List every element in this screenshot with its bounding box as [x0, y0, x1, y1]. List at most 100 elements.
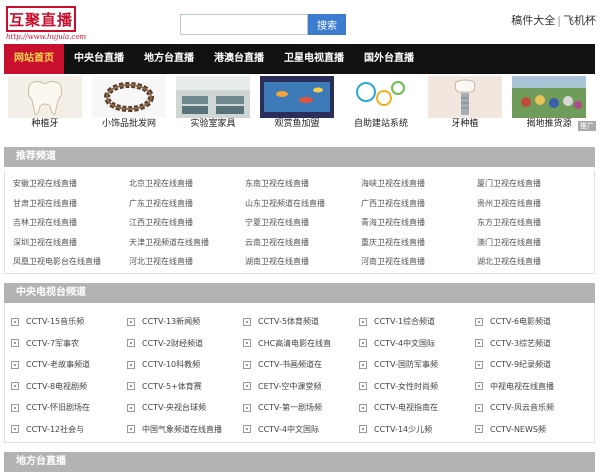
cctv-channel-item[interactable]: CCTV-2财经频道 — [127, 333, 243, 355]
cctv-channel-item[interactable]: CCTV-3综艺频道 — [475, 333, 591, 355]
channel-link[interactable]: 澳门卫视在线直播 — [477, 237, 593, 257]
cctv-channel-item[interactable]: CCTV-4中文国际 — [243, 419, 359, 441]
banner-item[interactable]: 小饰品批发网 — [92, 76, 166, 132]
channel-link[interactable]: 江西卫视在线直播 — [129, 217, 245, 237]
banner-item[interactable]: 实验室家具 — [176, 76, 250, 132]
cctv-channel-item[interactable]: CCTV-NEWS频 — [475, 419, 591, 441]
tv-icon — [11, 360, 19, 369]
cctv-channel-label: CCTV-2财经频道 — [142, 338, 204, 348]
channel-link[interactable]: 深圳卫视在线直播 — [13, 237, 129, 257]
cctv-channel-item[interactable]: CCTV-5体育频道 — [243, 311, 359, 333]
top-link-product[interactable]: 飞机杯 — [563, 14, 596, 27]
channel-link[interactable]: 云南卫视在线直播 — [245, 237, 361, 257]
cctv-channel-item[interactable]: CCTV-第一剧场频 — [243, 397, 359, 419]
cctv-channel-item[interactable]: CCTV-13新闻频 — [127, 311, 243, 333]
cctv-channel-label: CCTV-电视指南在 — [374, 403, 438, 413]
bracelet-icon — [92, 76, 166, 118]
main-nav: 网站首页 中央台直播 地方台直播 港澳台直播 卫星电视直播 国外台直播 — [4, 44, 595, 74]
cctv-channel-item[interactable]: CCTV-电视指南在 — [359, 397, 475, 419]
tv-icon — [127, 382, 135, 391]
search-input[interactable] — [180, 14, 308, 35]
channel-link[interactable]: 东南卫视在线直播 — [245, 178, 361, 198]
banner-item[interactable]: 种植牙 — [8, 76, 82, 132]
channel-link[interactable]: 贵州卫视在线直播 — [477, 198, 593, 218]
cctv-channel-item[interactable]: CCTV-7军事农 — [11, 333, 127, 355]
cctv-channel-item[interactable]: CCTV-国防军事频 — [359, 354, 475, 376]
cctv-channel-label: CCTV-1综合频道 — [374, 317, 436, 327]
top-link-articles[interactable]: 稿件大全 — [511, 14, 555, 27]
site-logo[interactable]: 互聚直播 — [6, 6, 76, 32]
tv-icon — [243, 425, 251, 434]
channel-link[interactable]: 广东卫视在线直播 — [129, 198, 245, 218]
channel-link[interactable]: 山东卫视频道在线直播 — [245, 198, 361, 218]
cctv-channel-item[interactable]: CCTV-5+体育赛 — [127, 376, 243, 398]
channel-link[interactable]: 东方卫视在线直播 — [477, 217, 593, 237]
banner-item[interactable]: 牙种植 — [428, 76, 502, 132]
channel-link[interactable]: 湖北卫视在线直播 — [477, 256, 593, 276]
channel-link[interactable]: 湖南卫视在线直播 — [245, 256, 361, 276]
channel-link[interactable]: 北京卫视在线直播 — [129, 178, 245, 198]
recommended-grid: 安徽卫视在线直播 北京卫视在线直播 东南卫视在线直播 海峡卫视在线直播 厦门卫视… — [13, 178, 593, 276]
channel-link[interactable]: 重庆卫视在线直播 — [361, 237, 477, 257]
cctv-channel-item[interactable]: CCTV-9纪录频道 — [475, 354, 591, 376]
nav-item-hk-macau-tw-live[interactable]: 港澳台直播 — [204, 44, 274, 74]
banner-item[interactable]: 观赏鱼加盟 — [260, 76, 334, 132]
cctv-channel-item[interactable]: CCTV-女性时尚频 — [359, 376, 475, 398]
banner-caption: 观赏鱼加盟 — [274, 119, 320, 129]
search-button[interactable]: 搜索 — [308, 14, 346, 35]
cctv-channel-item[interactable]: CCTV-10科教频 — [127, 354, 243, 376]
cctv-channel-label: CCTV-14少儿频 — [374, 424, 433, 434]
channel-link[interactable]: 宁夏卫视在线直播 — [245, 217, 361, 237]
channel-link[interactable]: 河南卫视在线直播 — [361, 256, 477, 276]
nav-item-cctv-live[interactable]: 中央台直播 — [64, 44, 134, 74]
cctv-section: CCTV-15音乐频 CCTV-13新闻频 CCTV-5体育频道 CCTV-1综… — [4, 303, 595, 443]
cctv-channel-item[interactable]: CHC高清电影在线直 — [243, 333, 359, 355]
channel-link[interactable]: 凤凰卫视电影台在线直播 — [13, 256, 129, 276]
cctv-channel-item[interactable]: CCTV-央视台球频 — [127, 397, 243, 419]
channel-link[interactable]: 安徽卫视在线直播 — [13, 178, 129, 198]
channel-link[interactable]: 甘肃卫视在线直播 — [13, 198, 129, 218]
cctv-channel-item[interactable]: CCTV-14少儿频 — [359, 419, 475, 441]
banner-caption: 种植牙 — [31, 119, 59, 129]
cctv-channel-label: CCTV-8电视剧频 — [26, 381, 88, 391]
nav-item-local-live[interactable]: 地方台直播 — [134, 44, 204, 74]
channel-link[interactable]: 厦门卫视在线直播 — [477, 178, 593, 198]
cctv-channel-item[interactable]: CCTV-风云音乐频 — [475, 397, 591, 419]
aquarium-icon — [260, 76, 334, 118]
cctv-channel-label: 中国气象频道在线直播 — [142, 424, 222, 434]
tv-icon — [359, 317, 367, 326]
cctv-channel-item[interactable]: CCTV-6电影频道 — [475, 311, 591, 333]
tv-icon — [11, 317, 19, 326]
cctv-channel-item[interactable]: CCTV-怀旧剧场在 — [11, 397, 127, 419]
channel-link[interactable]: 吉林卫视在线直播 — [13, 217, 129, 237]
banner-item[interactable]: 自助建站系统 — [344, 76, 418, 132]
nav-item-satellite-live[interactable]: 卫星电视直播 — [274, 44, 354, 74]
tv-icon — [243, 403, 251, 412]
cctv-channel-label: CCTV-6电影频道 — [490, 317, 552, 327]
tv-icon — [475, 360, 483, 369]
nav-item-foreign-live[interactable]: 国外台直播 — [354, 44, 424, 74]
tv-icon — [359, 403, 367, 412]
banner-item[interactable]: 揭地推货源 — [512, 76, 586, 132]
cctv-channel-item[interactable]: CCTV-4中文国际 — [359, 333, 475, 355]
cctv-channel-item[interactable]: CCTV-书画频道在 — [243, 354, 359, 376]
channel-link[interactable]: 青海卫视在线直播 — [361, 217, 477, 237]
cctv-channel-item[interactable]: 中视电视在线直播 — [475, 376, 591, 398]
cctv-channel-item[interactable]: CETV-空中课堂频 — [243, 376, 359, 398]
cctv-channel-item[interactable]: CCTV-12社会与 — [11, 419, 127, 441]
cctv-channel-item[interactable]: 中国气象频道在线直播 — [127, 419, 243, 441]
cctv-channel-item[interactable]: CCTV-1综合频道 — [359, 311, 475, 333]
channel-link[interactable]: 河北卫视在线直播 — [129, 256, 245, 276]
channel-link[interactable]: 天津卫视频道在线直播 — [129, 237, 245, 257]
cctv-channel-label: 中视电视在线直播 — [490, 381, 554, 391]
nav-item-home[interactable]: 网站首页 — [4, 44, 64, 74]
banner-caption: 揭地推货源 — [526, 119, 572, 129]
cctv-channel-item[interactable]: CCTV-15音乐频 — [11, 311, 127, 333]
tv-icon — [359, 425, 367, 434]
tv-icon — [359, 382, 367, 391]
implant-icon — [428, 76, 502, 118]
channel-link[interactable]: 海峡卫视在线直播 — [361, 178, 477, 198]
cctv-channel-item[interactable]: CCTV-老故事频道 — [11, 354, 127, 376]
cctv-channel-item[interactable]: CCTV-8电视剧频 — [11, 376, 127, 398]
channel-link[interactable]: 广西卫视在线直播 — [361, 198, 477, 218]
